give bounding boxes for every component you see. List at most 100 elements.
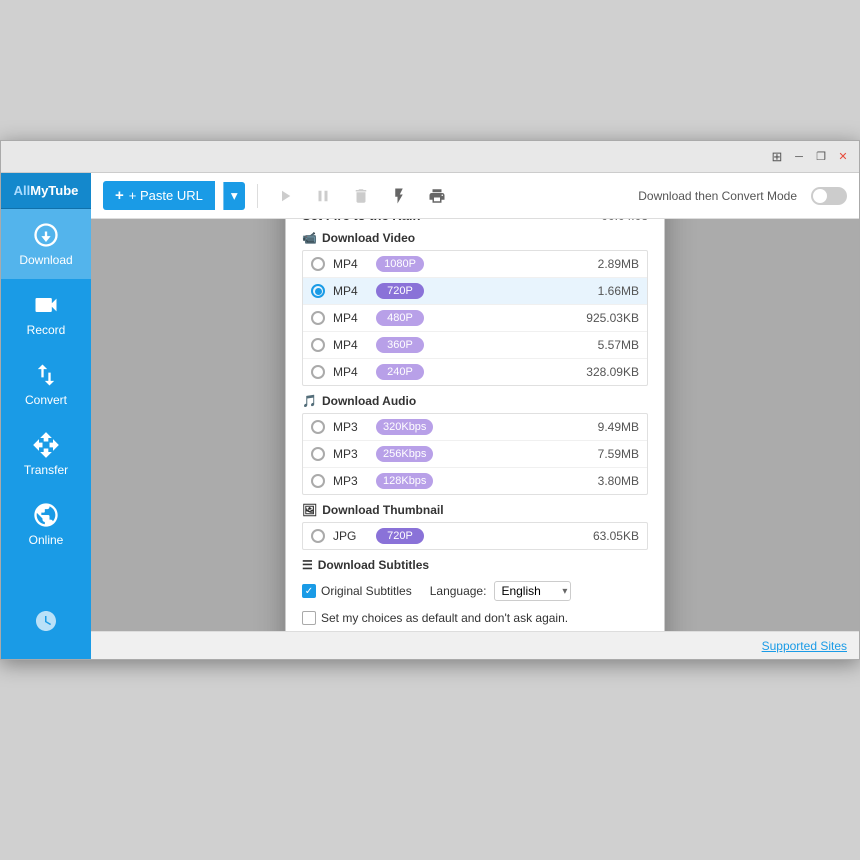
convert-button[interactable] <box>422 183 452 209</box>
format-quality-mp3-256: 256Kbps <box>376 446 433 462</box>
format-name-1080p: MP4 <box>333 257 368 271</box>
boost-button[interactable] <box>384 183 414 209</box>
language-select-wrapper: English Spanish French German Japanese C… <box>494 581 571 601</box>
format-size-mp3-256: 7.59MB <box>598 447 639 461</box>
language-select[interactable]: English Spanish French German Japanese C… <box>494 581 571 601</box>
paste-url-dropdown-button[interactable]: ▾ <box>223 182 245 210</box>
section-subtitles-header: ☰ Download Subtitles <box>302 558 648 572</box>
video-format-list[interactable]: MP4 1080P 2.89MB MP4 720P 1.66MB <box>302 250 648 386</box>
sidebar-item-transfer[interactable]: Transfer <box>1 419 91 489</box>
format-name-360p: MP4 <box>333 338 368 352</box>
format-size-mp3-128: 3.80MB <box>598 474 639 488</box>
section-video-header: 📹 Download Video <box>302 231 648 245</box>
format-row-mp4-720p[interactable]: MP4 720P 1.66MB <box>303 278 647 305</box>
radio-mp4-480p[interactable] <box>311 311 325 325</box>
radio-mp3-128[interactable] <box>311 474 325 488</box>
format-row-mp3-320[interactable]: MP3 320Kbps 9.49MB <box>303 414 647 441</box>
thumbnail-section-label: Download Thumbnail <box>322 503 443 517</box>
modal-body: Set Fire to the Rain 00:04:03 📹 Download… <box>286 219 664 631</box>
format-name-jpg: JPG <box>333 529 368 543</box>
pin-button[interactable]: ⊞ <box>769 149 785 165</box>
format-name-480p: MP4 <box>333 311 368 325</box>
section-audio-header: 🎵 Download Audio <box>302 394 648 408</box>
format-row-mp4-240p[interactable]: MP4 240P 328.09KB <box>303 359 647 385</box>
transfer-nav-icon <box>32 431 60 459</box>
format-name-240p: MP4 <box>333 365 368 379</box>
original-subtitles-label[interactable]: ✓ Original Subtitles <box>302 584 412 598</box>
format-size-360p: 5.57MB <box>598 338 639 352</box>
radio-mp4-1080p[interactable] <box>311 257 325 271</box>
pause-button[interactable] <box>308 183 338 209</box>
format-size-jpg: 63.05KB <box>593 529 639 543</box>
play-button[interactable] <box>270 183 300 209</box>
radio-jpg-720[interactable] <box>311 529 325 543</box>
audio-section-label: Download Audio <box>322 394 416 408</box>
toolbar: + + Paste URL ▾ <box>91 173 859 219</box>
radio-mp4-240p[interactable] <box>311 365 325 379</box>
format-row-mp3-128[interactable]: MP3 128Kbps 3.80MB <box>303 468 647 494</box>
sidebar-item-record[interactable]: Record <box>1 279 91 349</box>
sidebar-item-download[interactable]: Download <box>1 209 91 279</box>
bolt-icon <box>390 187 408 205</box>
format-row-mp4-1080p[interactable]: MP4 1080P 2.89MB <box>303 251 647 278</box>
format-row-mp4-360p[interactable]: MP4 360P 5.57MB <box>303 332 647 359</box>
audio-format-list[interactable]: MP3 320Kbps 9.49MB MP3 256Kbps 7.59MB <box>302 413 648 495</box>
original-subtitles-checkbox[interactable]: ✓ <box>302 584 316 598</box>
sidebar-item-transfer-label: Transfer <box>24 463 68 477</box>
format-quality-480p: 480P <box>376 310 424 326</box>
sidebar-bottom <box>1 599 91 659</box>
video-title-row: Set Fire to the Rain 00:04:03 <box>302 219 648 223</box>
format-size-720p: 1.66MB <box>598 284 639 298</box>
default-choices-checkbox[interactable] <box>302 611 316 625</box>
clock-icon[interactable] <box>24 599 68 649</box>
play-icon <box>276 187 294 205</box>
app-window: ⊞ ─ ❐ ✕ AllMyTube Download Record Conver… <box>0 140 860 660</box>
format-quality-360p: 360P <box>376 337 424 353</box>
title-bar-controls: ⊞ ─ ❐ ✕ <box>769 149 851 165</box>
supported-sites-link[interactable]: Supported Sites <box>762 639 847 653</box>
radio-mp3-256[interactable] <box>311 447 325 461</box>
title-bar: ⊞ ─ ❐ ✕ <box>1 141 859 173</box>
sidebar-item-convert[interactable]: Convert <box>1 349 91 419</box>
subtitles-row: ✓ Original Subtitles Language: English S… <box>302 577 648 605</box>
download-mode-toggle[interactable] <box>811 187 847 205</box>
format-size-480p: 925.03KB <box>586 311 639 325</box>
bottom-bar: Supported Sites <box>91 631 859 659</box>
thumbnail-section-icon: 🖼 <box>302 503 317 517</box>
default-choices-label[interactable]: Set my choices as default and don't ask … <box>302 611 568 625</box>
close-button[interactable]: ✕ <box>835 149 851 165</box>
logo-text: AllMyTube <box>14 183 79 198</box>
video-section-icon: 📹 <box>302 231 317 245</box>
format-name-mp3-320: MP3 <box>333 420 368 434</box>
thumbnail-format-list[interactable]: JPG 720P 63.05KB <box>302 522 648 550</box>
format-row-mp4-480p[interactable]: MP4 480P 925.03KB <box>303 305 647 332</box>
convert-nav-icon <box>32 361 60 389</box>
clock-svg <box>34 609 58 633</box>
format-row-jpg-720[interactable]: JPG 720P 63.05KB <box>303 523 647 549</box>
format-row-mp3-256[interactable]: MP3 256Kbps 7.59MB <box>303 441 647 468</box>
plus-icon: + <box>115 187 124 204</box>
radio-mp4-360p[interactable] <box>311 338 325 352</box>
minimize-button[interactable]: ─ <box>791 149 807 165</box>
format-quality-1080p: 1080P <box>376 256 424 272</box>
format-name-mp3-256: MP3 <box>333 447 368 461</box>
paste-url-button[interactable]: + + Paste URL <box>103 181 215 210</box>
format-quality-mp3-128: 128Kbps <box>376 473 433 489</box>
sidebar-item-online[interactable]: Online <box>1 489 91 559</box>
radio-mp3-320[interactable] <box>311 420 325 434</box>
format-name-mp3-128: MP3 <box>333 474 368 488</box>
modal-overlay: http://www.youtube.com/watch?v=a2giXO6ey… <box>91 219 859 631</box>
radio-mp4-720p[interactable] <box>311 284 325 298</box>
online-nav-icon <box>32 501 60 529</box>
app-logo: AllMyTube <box>1 173 91 209</box>
delete-button[interactable] <box>346 183 376 209</box>
sidebar: AllMyTube Download Record Convert Transf… <box>1 173 91 659</box>
content-area: + + Paste URL ▾ <box>91 173 859 659</box>
default-choices-text: Set my choices as default and don't ask … <box>321 611 568 625</box>
video-title: Set Fire to the Rain <box>302 219 420 223</box>
restore-button[interactable]: ❐ <box>813 149 829 165</box>
download-nav-icon <box>32 221 60 249</box>
video-section-label: Download Video <box>322 231 415 245</box>
format-quality-240p: 240P <box>376 364 424 380</box>
original-subtitles-text: Original Subtitles <box>321 584 412 598</box>
